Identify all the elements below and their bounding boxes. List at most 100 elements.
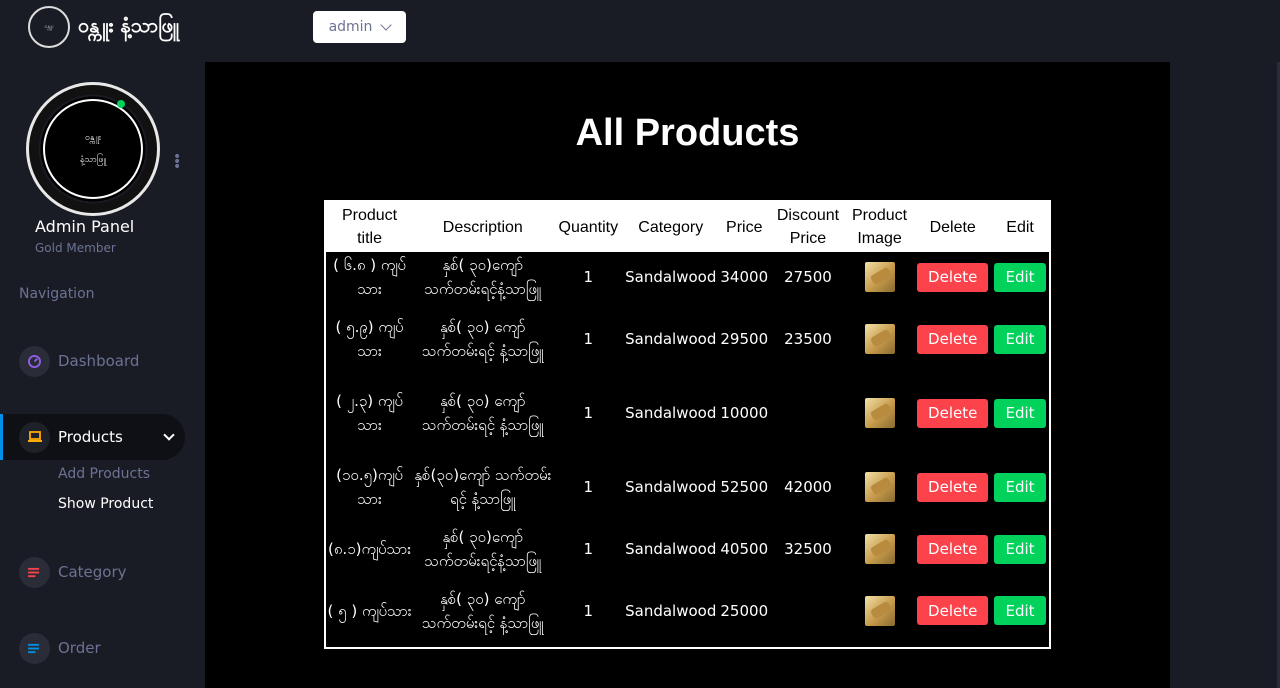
sidebar-item-label: Order [58, 639, 101, 657]
cell-description: နှစ်( ၃၀) ကျော် သက်တမ်းရင့် နံ့သာဖြူ [421, 589, 544, 632]
main-content: All Products Product title Description Q… [205, 62, 1170, 688]
cell-delete: Delete [914, 450, 991, 524]
brand-logo-text: ဝန္ကူး [44, 24, 54, 30]
sidebar-item-order[interactable]: Order [0, 625, 185, 671]
sidebar-item-dashboard[interactable]: Dashboard [0, 338, 185, 384]
column-header-product-title: Product title [325, 201, 414, 252]
edit-button[interactable]: Edit [994, 262, 1047, 292]
cell-edit: Edit [991, 376, 1050, 450]
cell-price: 25000 [720, 601, 769, 620]
user-menu-label: admin [328, 19, 373, 35]
cell-product-image [845, 302, 915, 376]
sidebar-item-label: Dashboard [58, 352, 140, 370]
table-row: (၈.၁)ကျပ်သား နှစ်( ၃၀)ကျော် သက်တမ်းရင့်န… [325, 524, 1050, 574]
sidebar-item-products[interactable]: Products [0, 414, 185, 460]
edit-button[interactable]: Edit [994, 398, 1047, 428]
delete-button[interactable]: Delete [917, 262, 989, 292]
column-header-edit: Edit [991, 201, 1050, 252]
user-menu-dropdown[interactable]: admin [313, 11, 406, 43]
profile-logo-line2: နံ့သာဖြူ [79, 155, 107, 165]
cell-delete: Delete [914, 302, 991, 376]
cell-quantity: 1 [583, 540, 594, 558]
cell-delete: Delete [914, 574, 991, 648]
right-gutter [1170, 62, 1280, 688]
edit-button[interactable]: Edit [994, 324, 1047, 354]
cell-discount-price: 23500 [784, 330, 832, 348]
table-row: ( ၆.၈ ) ကျပ်သား နှစ်( ၃၀)ကျော် သက်တမ်းရင… [325, 252, 1050, 302]
product-thumbnail [864, 398, 895, 428]
cell-delete: Delete [914, 252, 991, 302]
column-header-delete: Delete [914, 201, 992, 252]
chevron-down-icon [163, 429, 175, 441]
cell-discount-price [771, 376, 845, 450]
table-row: ( ၂.၃) ကျပ်သား နှစ်( ၃၀) ကျော် သက်တမ်းရင… [325, 376, 1050, 450]
column-header-quantity: Quantity [552, 201, 625, 252]
delete-button[interactable]: Delete [917, 596, 989, 625]
cell-delete: Delete [914, 376, 991, 450]
sidebar-subitem-add-products[interactable]: Add Products [58, 466, 150, 482]
edit-button[interactable]: Edit [994, 472, 1047, 502]
cell-product-title: ( ၅.၉) ကျပ်သား [335, 318, 404, 360]
chevron-down-icon [380, 19, 393, 31]
product-thumbnail [864, 595, 895, 626]
profile-membership: Gold Member [35, 241, 116, 255]
delete-button[interactable]: Delete [917, 534, 989, 564]
product-thumbnail [864, 324, 895, 354]
cell-product-title: (၁၀.၅)ကျပ်သား [336, 466, 404, 508]
cell-category: Sandalwood [625, 601, 717, 620]
profile-avatar: ဝန္ကူး နံ့သာဖြူ [26, 82, 160, 216]
cell-discount-price: 42000 [784, 478, 832, 496]
profile-avatar-inner: ဝန္ကူး နံ့သာဖြူ [43, 99, 143, 199]
cell-price: 52500 [720, 478, 769, 496]
cell-delete: Delete [914, 524, 991, 574]
cell-product-title: ( ၅ ) ကျပ်သား [327, 601, 412, 620]
brand-link[interactable]: ဝန္ကူး ဝန္ကူး နံ့သာဖြူ [28, 6, 179, 48]
cell-category: Sandalwood [625, 330, 717, 348]
cell-price: 10000 [720, 404, 769, 422]
laptop-icon [19, 421, 50, 453]
column-header-category: Category [624, 201, 718, 252]
product-thumbnail [864, 534, 895, 564]
cell-quantity: 1 [583, 601, 594, 620]
products-table: Product title Description Quantity Categ… [324, 200, 1051, 649]
cell-product-image [845, 524, 915, 574]
column-header-description: Description [413, 201, 553, 252]
speedometer-icon [19, 345, 50, 377]
column-header-price: Price [717, 201, 772, 252]
top-navbar: ဝန္ကူး ဝန္ကူး နံ့သာဖြူ admin [0, 0, 1280, 62]
table-header-row: Product title Description Quantity Categ… [325, 201, 1050, 252]
cell-edit: Edit [991, 450, 1050, 524]
cell-description: နှစ်( ၃၀)ကျော် သက်တမ်းရင့်နံ့သာဖြူ [424, 256, 542, 298]
table-row: ( ၅ ) ကျပ်သား နှစ်( ၃၀) ကျော် သက်တမ်းရင့… [325, 574, 1050, 648]
table-row: ( ၅.၉) ကျပ်သား နှစ်( ၃၀) ကျော် သက်တမ်းရင… [325, 302, 1050, 376]
cell-price: 34000 [720, 268, 769, 286]
brand-name: ဝန္ကူး နံ့သာဖြူ [78, 13, 179, 37]
list-icon [19, 556, 50, 588]
cell-product-title: ( ၆.၈ ) ကျပ်သား [333, 256, 407, 298]
cell-product-image [845, 574, 915, 648]
cell-quantity: 1 [583, 330, 594, 348]
cell-category: Sandalwood [625, 268, 717, 286]
sidebar-item-category[interactable]: Category [0, 549, 185, 595]
order-icon [19, 632, 50, 664]
delete-button[interactable]: Delete [917, 472, 989, 502]
cell-category: Sandalwood [625, 478, 717, 496]
cell-edit: Edit [991, 302, 1050, 376]
product-thumbnail [864, 262, 895, 292]
cell-category: Sandalwood [625, 404, 717, 422]
table-row: (၁၀.၅)ကျပ်သား နှစ်(၃၀)ကျော် သက်တမ်းရင့် … [325, 450, 1050, 524]
sidebar-item-label: Products [58, 428, 123, 446]
cell-product-title: (၈.၁)ကျပ်သား [328, 540, 412, 558]
sidebar-subitem-show-product[interactable]: Show Product [58, 496, 153, 512]
delete-button[interactable]: Delete [917, 398, 989, 428]
edit-button[interactable]: Edit [994, 534, 1047, 564]
edit-button[interactable]: Edit [994, 596, 1047, 625]
more-vertical-icon[interactable]: • • • [173, 150, 181, 174]
cell-description: နှစ်( ၃၀)ကျော် သက်တမ်းရင့်နံ့သာဖြူ [424, 528, 542, 570]
cell-product-image [845, 376, 915, 450]
online-status-indicator [117, 100, 125, 108]
cell-quantity: 1 [583, 404, 594, 422]
delete-button[interactable]: Delete [917, 324, 989, 354]
column-header-discount-price: Discount Price [771, 201, 845, 252]
cell-description: နှစ်( ၃၀) ကျော် သက်တမ်းရင့် နံ့သာဖြူ [421, 392, 544, 434]
